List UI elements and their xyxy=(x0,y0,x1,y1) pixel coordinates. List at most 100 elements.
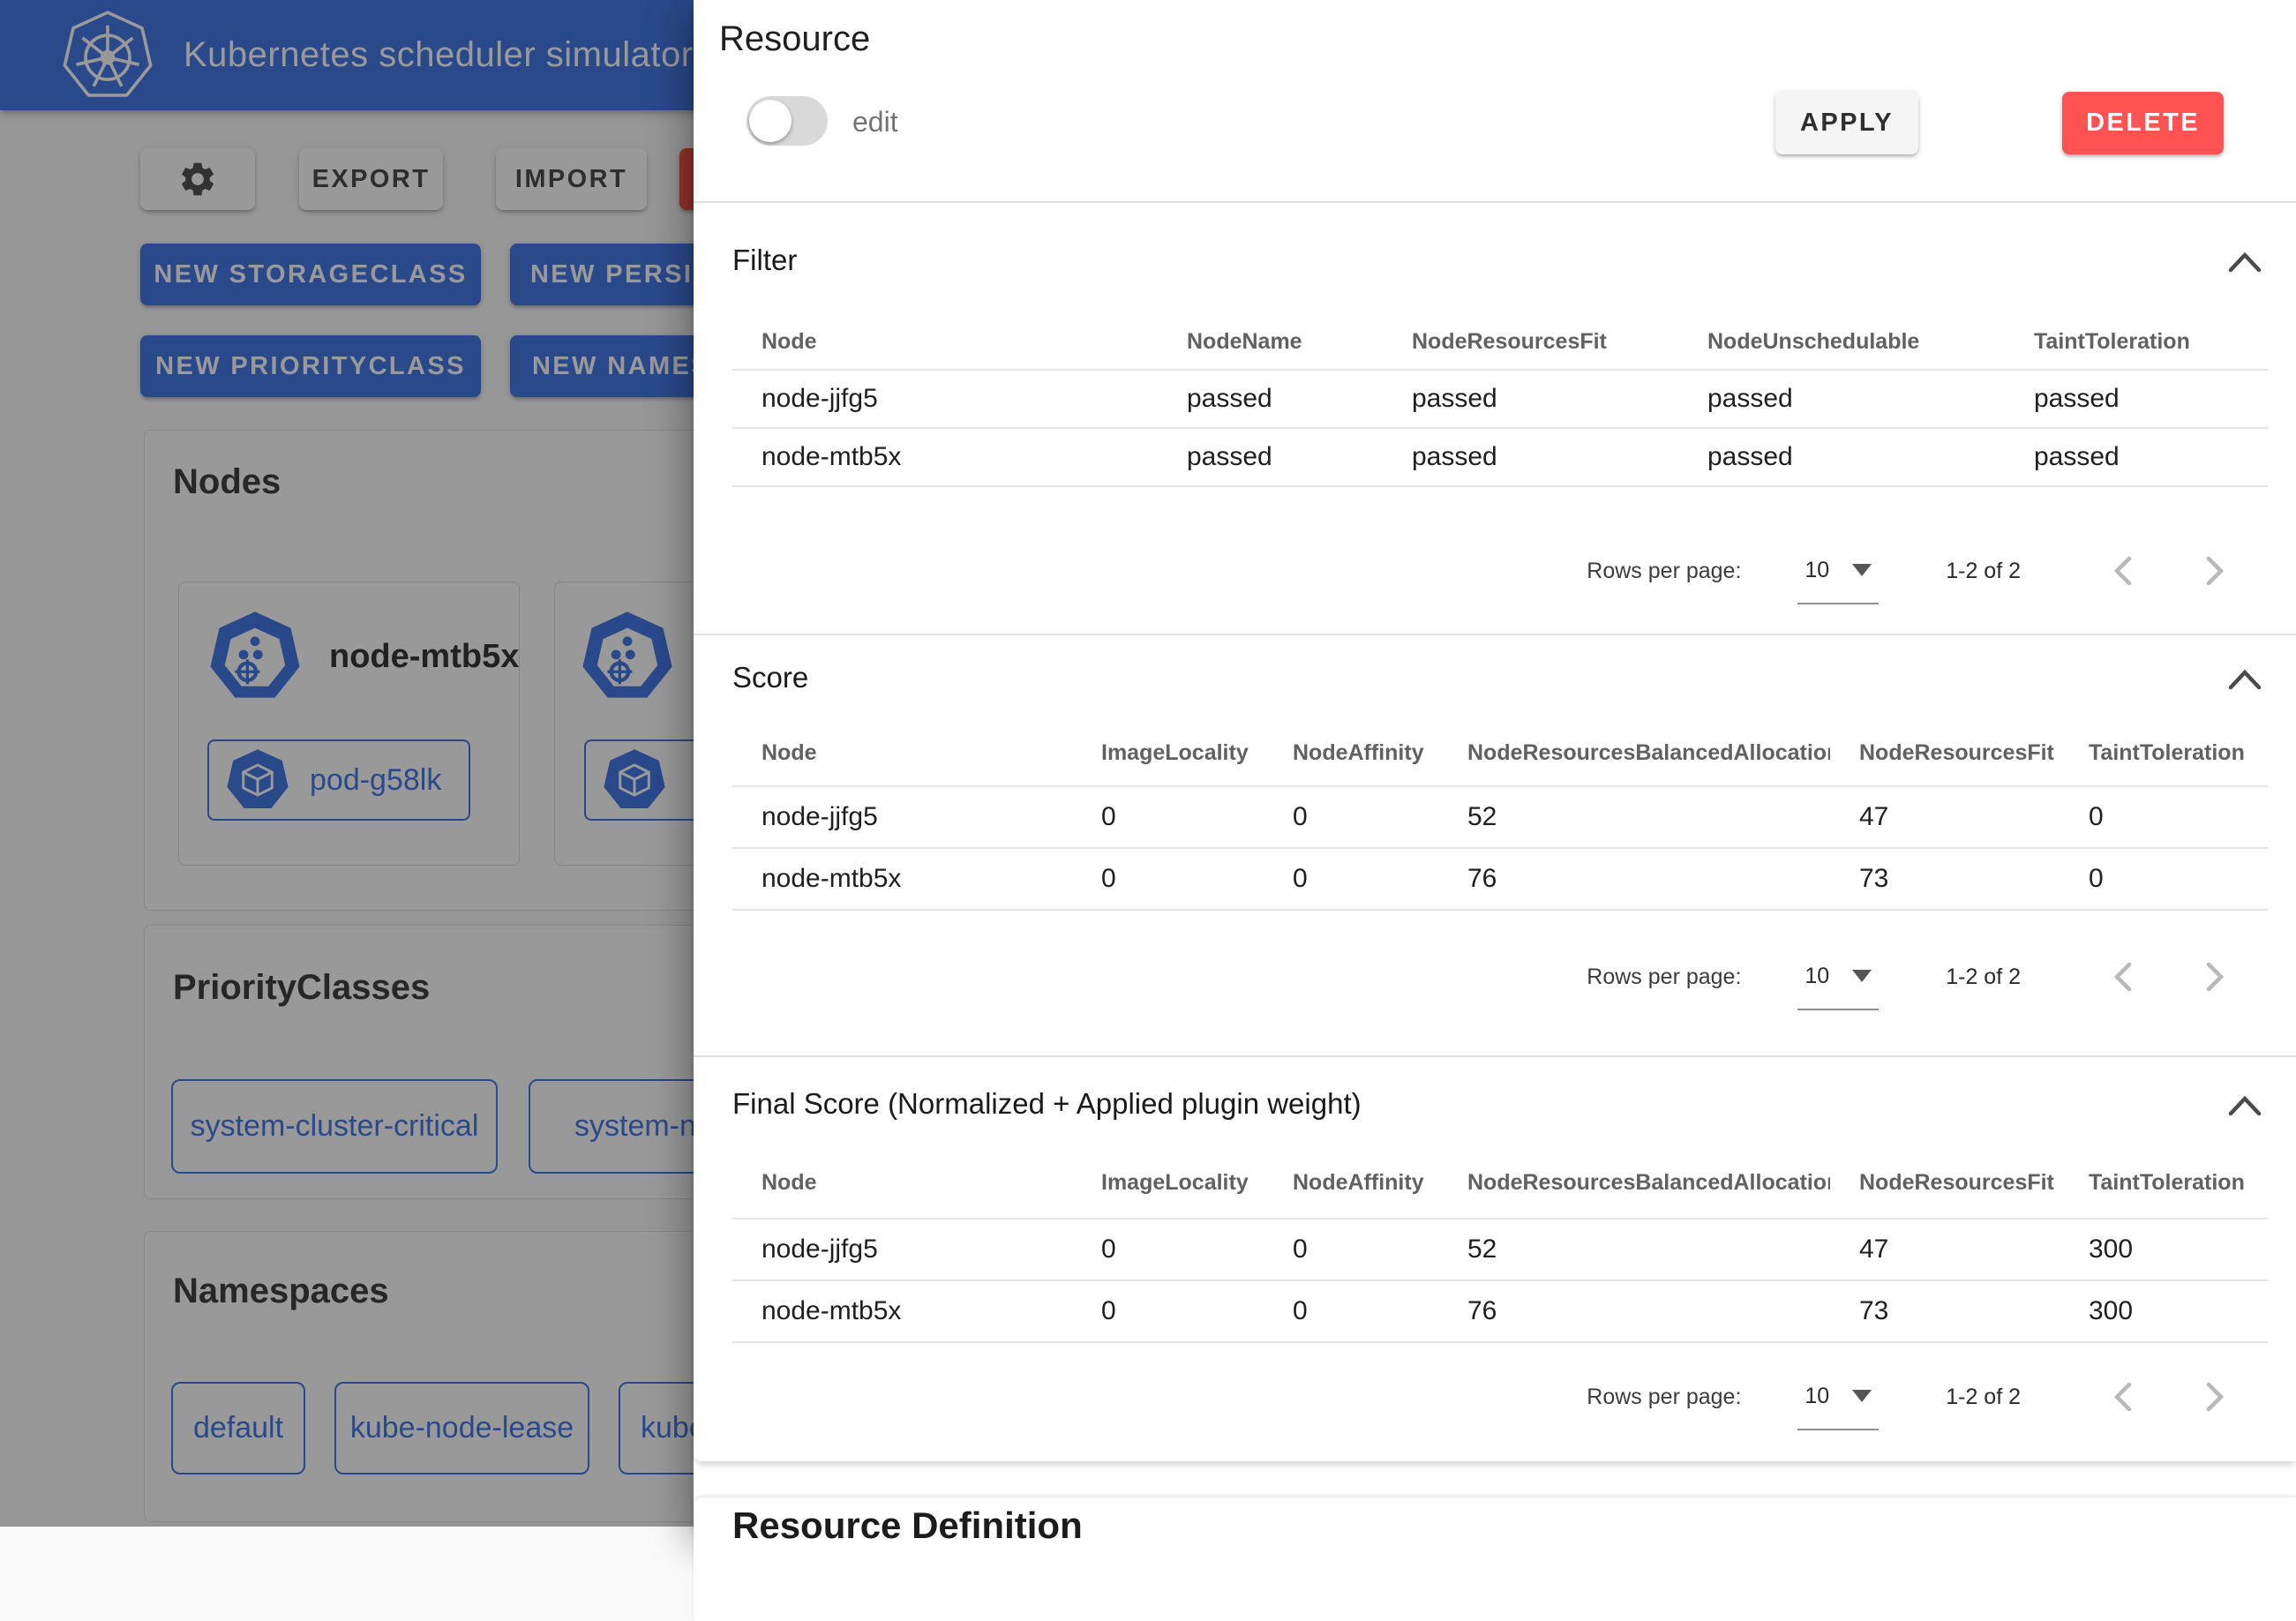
rows-per-page-select[interactable]: 10 xyxy=(1797,1363,1879,1430)
table-cell: 0 xyxy=(2060,864,2268,894)
table-cell: 0 xyxy=(1264,1235,1438,1265)
table-header-cell: ImageLocality xyxy=(1072,740,1264,766)
select-caret-icon xyxy=(1852,1390,1872,1402)
divider xyxy=(694,634,2296,635)
edit-toggle-thumb xyxy=(749,100,792,142)
table-header-cell: Node xyxy=(732,1170,1072,1196)
table-cell: 47 xyxy=(1830,802,2060,832)
table-header-cell: TaintToleration xyxy=(2005,329,2268,355)
score-table: NodeImageLocalityNodeAffinityNodeResourc… xyxy=(732,720,2268,911)
table-cell: node-jjfg5 xyxy=(732,384,1158,414)
delete-button[interactable]: DELETE xyxy=(2062,92,2224,154)
filter-table: NodeNodeNameNodeResourcesFitNodeUnschedu… xyxy=(732,314,2268,487)
chevron-up-icon xyxy=(2225,1092,2264,1119)
next-page-button[interactable] xyxy=(2197,553,2232,589)
table-header-cell: TaintToleration xyxy=(2060,740,2268,766)
rows-per-page-select[interactable]: 10 xyxy=(1797,537,1879,604)
rows-per-page-label: Rows per page: xyxy=(1587,964,1741,990)
table-cell: passed xyxy=(1383,384,1678,414)
table-cell: passed xyxy=(2005,442,2268,472)
table-header-cell: Node xyxy=(732,329,1158,355)
filter-table-pagination: Rows per page: 10 1-2 of 2 xyxy=(732,537,2268,604)
page-range-label: 1-2 of 2 xyxy=(1946,559,2021,584)
chevron-left-icon xyxy=(2107,1379,2139,1415)
table-header-cell: NodeResourcesFit xyxy=(1830,1170,2060,1196)
table-cell: 0 xyxy=(1072,1296,1264,1326)
table-row[interactable]: node-mtb5x007673300 xyxy=(732,1281,2268,1343)
table-cell: passed xyxy=(1158,442,1383,472)
table-cell: 0 xyxy=(1072,802,1264,832)
table-cell: node-jjfg5 xyxy=(732,1235,1072,1265)
table-cell: 52 xyxy=(1438,802,1830,832)
table-header-cell: NodeUnschedulable xyxy=(1678,329,2005,355)
table-row[interactable]: node-mtb5x0076730 xyxy=(732,849,2268,911)
divider xyxy=(694,1055,2296,1057)
table-cell: 0 xyxy=(1264,1296,1438,1326)
page-range-label: 1-2 of 2 xyxy=(1946,1385,2021,1410)
rows-per-page-label: Rows per page: xyxy=(1587,559,1741,584)
table-row[interactable]: node-mtb5xpassedpassedpassedpassed xyxy=(732,429,2268,487)
table-cell: passed xyxy=(1678,442,2005,472)
table-header-cell: NodeResourcesBalancedAllocation xyxy=(1438,1170,1830,1196)
resource-definition-title: Resource Definition xyxy=(732,1505,1083,1547)
table-header-cell: NodeResourcesFit xyxy=(1383,329,1678,355)
edit-toggle-label: edit xyxy=(852,106,898,139)
table-cell: passed xyxy=(1383,442,1678,472)
table-cell: 0 xyxy=(1264,864,1438,894)
resource-definition-card: Resource Definition xyxy=(694,1497,2296,1621)
apply-button[interactable]: APPLY xyxy=(1775,92,1918,154)
filter-collapse-button[interactable] xyxy=(2225,248,2264,278)
table-row[interactable]: node-jjfg50052470 xyxy=(732,787,2268,849)
filter-section-title: Filter xyxy=(732,244,797,277)
chevron-up-icon xyxy=(2225,666,2264,693)
table-cell: 300 xyxy=(2060,1296,2268,1326)
dialog-title: Resource xyxy=(719,19,870,59)
table-header-row: NodeImageLocalityNodeAffinityNodeResourc… xyxy=(732,1147,2268,1220)
rows-per-page-value: 10 xyxy=(1805,964,1829,989)
table-cell: 300 xyxy=(2060,1235,2268,1265)
final-score-table-pagination: Rows per page: 10 1-2 of 2 xyxy=(732,1363,2268,1430)
rows-per-page-value: 10 xyxy=(1805,1384,1829,1409)
rows-per-page-value: 10 xyxy=(1805,558,1829,583)
next-page-button[interactable] xyxy=(2197,1379,2232,1415)
final-score-collapse-button[interactable] xyxy=(2225,1092,2264,1122)
table-header-cell: Node xyxy=(732,740,1072,766)
chevron-left-icon xyxy=(2107,553,2139,589)
score-section-title: Score xyxy=(732,661,808,694)
edit-toggle[interactable] xyxy=(747,96,828,146)
table-header-row: NodeImageLocalityNodeAffinityNodeResourc… xyxy=(732,720,2268,787)
rows-per-page-select[interactable]: 10 xyxy=(1797,943,1879,1010)
table-cell: passed xyxy=(2005,384,2268,414)
table-cell: 76 xyxy=(1438,1296,1830,1326)
table-cell: node-mtb5x xyxy=(732,1296,1072,1326)
table-cell: 0 xyxy=(1264,802,1438,832)
table-cell: passed xyxy=(1158,384,1383,414)
table-header-cell: NodeAffinity xyxy=(1264,740,1438,766)
next-page-button[interactable] xyxy=(2197,959,2232,994)
resource-dialog-card: Resource edit APPLY DELETE Filter Score … xyxy=(694,0,2296,1461)
table-header-cell: NodeResourcesBalancedAllocation xyxy=(1438,740,1830,766)
table-cell: 47 xyxy=(1830,1235,2060,1265)
final-score-section-title: Final Score (Normalized + Applied plugin… xyxy=(732,1087,1362,1121)
score-table-pagination: Rows per page: 10 1-2 of 2 xyxy=(732,943,2268,1010)
table-row[interactable]: node-jjfg5005247300 xyxy=(732,1220,2268,1281)
chevron-right-icon xyxy=(2199,959,2231,994)
table-cell: 0 xyxy=(2060,802,2268,832)
table-cell: node-jjfg5 xyxy=(732,802,1072,832)
prev-page-button[interactable] xyxy=(2105,1379,2141,1415)
chevron-left-icon xyxy=(2107,959,2139,994)
table-cell: 0 xyxy=(1072,1235,1264,1265)
select-caret-icon xyxy=(1852,564,1872,576)
prev-page-button[interactable] xyxy=(2105,553,2141,589)
table-header-cell: ImageLocality xyxy=(1072,1170,1264,1196)
table-cell: 73 xyxy=(1830,864,2060,894)
prev-page-button[interactable] xyxy=(2105,959,2141,994)
table-header-cell: TaintToleration xyxy=(2060,1170,2268,1196)
table-header-row: NodeNodeNameNodeResourcesFitNodeUnschedu… xyxy=(732,314,2268,371)
chevron-right-icon xyxy=(2199,553,2231,589)
table-row[interactable]: node-jjfg5passedpassedpassedpassed xyxy=(732,371,2268,429)
rows-per-page-label: Rows per page: xyxy=(1587,1385,1741,1410)
score-collapse-button[interactable] xyxy=(2225,665,2264,695)
divider xyxy=(694,201,2296,203)
table-cell: 76 xyxy=(1438,864,1830,894)
